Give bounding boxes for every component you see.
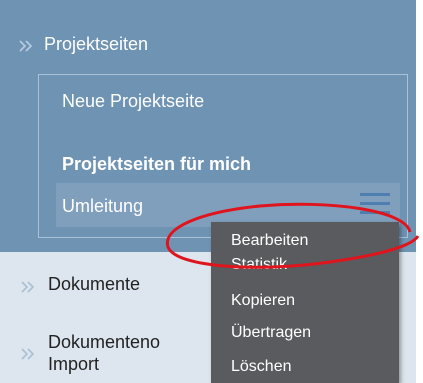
sidebar-item-label: Dokumente [48,274,141,294]
sidebar-item-umleitung[interactable]: Umleitung [62,196,143,217]
double-chevron-right-icon [20,278,36,293]
section-header-projektseiten[interactable]: Projektseiten [18,30,148,58]
menu-item-statistik[interactable]: Statistik [231,256,287,274]
hamburger-menu-icon[interactable] [360,193,390,217]
label-line-2: Import [48,354,100,374]
menu-item-bearbeiten[interactable]: Bearbeiten [231,232,308,250]
menu-item-kopieren[interactable]: Kopieren [231,292,295,310]
section-title: Projektseiten [44,33,149,54]
double-chevron-right-icon [18,37,34,52]
sidebar: Projektseiten Neue Projektseite Projekts… [0,0,416,383]
sidebar-item-dokumente[interactable]: Dokumente [20,274,140,295]
sidebar-item-projektseiten-fuer-mich[interactable]: Projektseiten für mich [62,154,251,175]
double-chevron-right-icon [20,345,36,360]
label-line-1: Dokumenteno [48,332,161,352]
menu-item-loeschen[interactable]: Löschen [231,358,292,376]
projektseiten-panel: Projektseiten Neue Projektseite Projekts… [0,0,416,252]
menu-item-uebertragen[interactable]: Übertragen [231,324,311,342]
sidebar-item-label: Dokumenteno Import [48,331,160,375]
page-edge [416,0,423,383]
sidebar-item-dokumentenimport[interactable]: Dokumenteno Import [20,331,160,375]
context-menu: Bearbeiten Statistik Kopieren Übertragen… [211,222,399,383]
sidebar-item-neue-projektseite[interactable]: Neue Projektseite [62,91,204,112]
